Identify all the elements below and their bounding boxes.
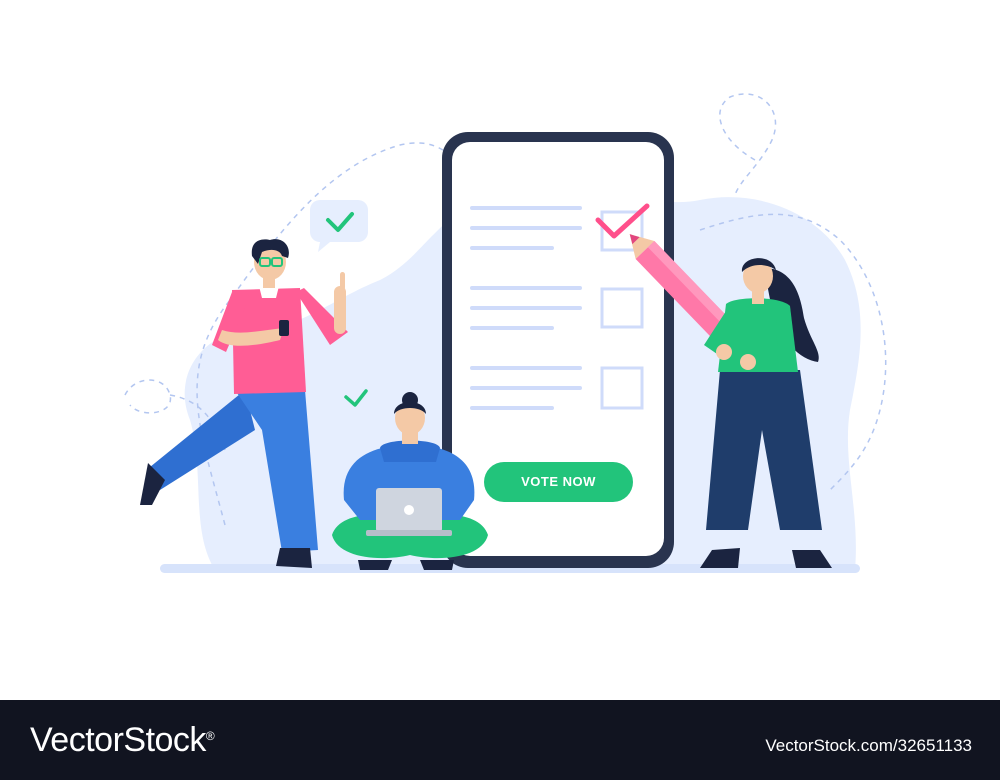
voting-illustration: VOTE NOW [124, 93, 887, 573]
vote-now-button[interactable]: VOTE NOW [484, 462, 633, 502]
vectorstock-logo[interactable]: VectorStock® [30, 718, 215, 762]
stock-image-id: VectorStock.com/32651133 [765, 736, 972, 755]
watermark-footer: VectorStock® VectorStock.com/32651133 [0, 700, 1000, 780]
speech-bubble-check-icon [310, 200, 368, 252]
brand-name: VectorStock [30, 721, 206, 759]
laptop-apple-logo-icon [404, 505, 414, 515]
smartphone-icon [442, 132, 674, 568]
registered-mark: ® [205, 729, 215, 743]
vote-now-label: VOTE NOW [521, 474, 596, 489]
checkbox-unchecked[interactable] [600, 366, 644, 410]
checkbox-unchecked[interactable] [600, 287, 644, 329]
